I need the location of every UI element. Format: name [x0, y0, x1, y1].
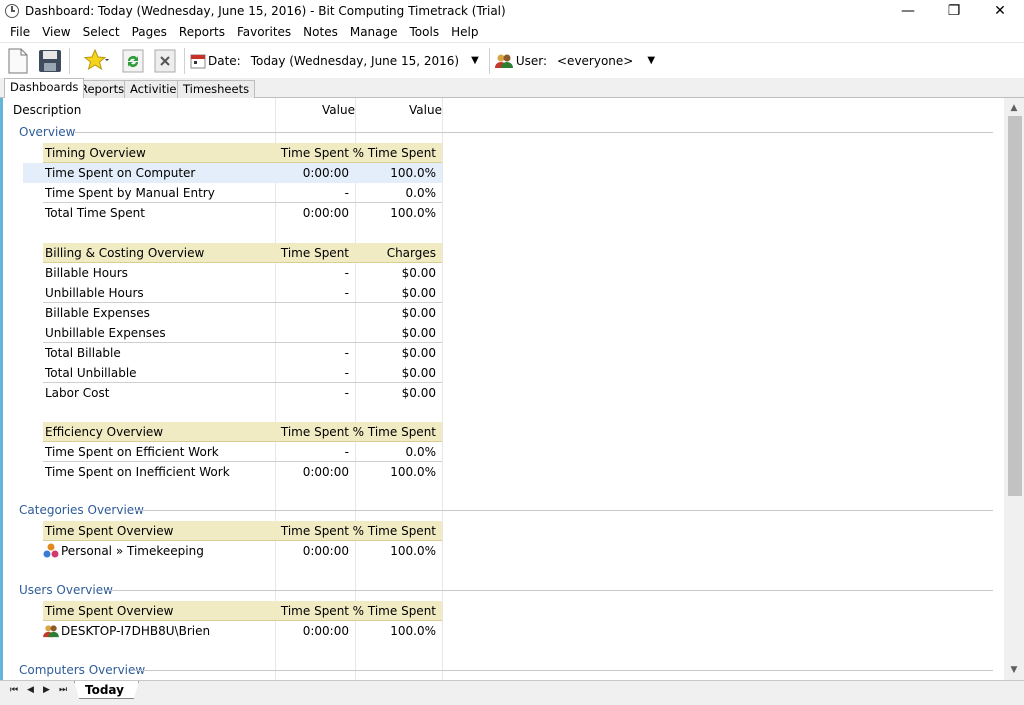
menu-bar: File View Select Pages Reports Favorites… [0, 22, 1024, 42]
table-row[interactable]: Labor Cost - $0.00 [43, 383, 442, 403]
users-icon [43, 625, 59, 638]
next-page-icon[interactable]: ▶ [43, 685, 50, 695]
menu-tools[interactable]: Tools [404, 22, 446, 42]
scroll-up-icon[interactable]: ▲ [1004, 100, 1024, 116]
table-row[interactable]: Total Unbillable - $0.00 [43, 363, 442, 383]
sheet-bar: ⏮ ◀ ▶ ⏭ Today [0, 680, 1024, 705]
menu-pages[interactable]: Pages [126, 22, 173, 42]
menu-reports[interactable]: Reports [173, 22, 231, 42]
section-divider [75, 132, 993, 133]
favorites-button[interactable] [79, 47, 115, 75]
dashboard-grid: Description Value Value Overview Timing … [0, 98, 1004, 680]
tab-timesheets[interactable]: Timesheets [177, 80, 256, 98]
date-label: Date: [208, 53, 241, 68]
date-selector[interactable]: Today (Wednesday, June 15, 2016) [251, 54, 459, 68]
table-row[interactable]: Unbillable Expenses $0.00 [43, 323, 442, 343]
table-row[interactable]: DESKTOP-I7DHB8U\Brien 0:00:00 100.0% [43, 621, 442, 641]
user-label: User: [515, 53, 547, 68]
group-header-categories: Time Spent Overview Time Spent % Time Sp… [43, 521, 442, 541]
save-icon [39, 49, 61, 72]
star-icon [84, 48, 109, 70]
sheet-tab-today[interactable]: Today [74, 681, 139, 699]
group-header-billing: Billing & Costing Overview Time Spent Ch… [43, 243, 442, 263]
toolbar-separator [69, 47, 70, 74]
maximize-button[interactable]: ❐ [931, 0, 977, 22]
group-header-efficiency: Efficiency Overview Time Spent % Time Sp… [43, 422, 442, 442]
toolbar-separator [184, 47, 185, 74]
group-header-timing: Timing Overview Time Spent % Time Spent [43, 143, 442, 163]
toolbar: Date: Today (Wednesday, June 15, 2016) ▼… [0, 42, 1024, 78]
table-row[interactable]: Personal » Timekeeping 0:00:00 100.0% [43, 541, 442, 561]
refresh-button[interactable] [119, 47, 147, 75]
new-document-icon [8, 48, 28, 73]
user-selector[interactable]: <everyone> [557, 54, 633, 68]
section-divider [107, 590, 993, 591]
tab-strip: Reports Activities Timesheets Dashboards [0, 78, 1024, 99]
scrollbar-thumb[interactable] [1008, 116, 1022, 496]
refresh-icon [122, 49, 144, 72]
delete-button[interactable] [151, 47, 179, 75]
section-title-users: Users Overview [19, 583, 113, 597]
column-header-description[interactable]: Description [13, 103, 81, 117]
section-title-computers: Computers Overview [19, 663, 146, 677]
previous-page-icon[interactable]: ◀ [27, 685, 34, 695]
user-dropdown-icon[interactable]: ▼ [647, 55, 655, 66]
table-row[interactable]: Billable Hours - $0.00 [43, 263, 442, 283]
section-divider [135, 510, 993, 511]
column-header-value[interactable]: Value [322, 103, 355, 117]
last-page-icon[interactable]: ⏭ [59, 685, 67, 695]
clock-icon [5, 4, 19, 18]
close-button[interactable]: ✕ [977, 0, 1023, 22]
table-row[interactable]: Time Spent on Inefficient Work 0:00:00 1… [43, 462, 442, 482]
delete-icon [154, 49, 176, 72]
toolbar-separator [488, 47, 490, 74]
title-bar: Dashboard: Today (Wednesday, June 15, 20… [0, 0, 1024, 22]
date-dropdown-icon[interactable]: ▼ [471, 55, 479, 66]
menu-view[interactable]: View [36, 22, 76, 42]
table-row[interactable]: Total Billable - $0.00 [43, 343, 442, 363]
scroll-down-icon[interactable]: ▼ [1004, 662, 1024, 678]
new-document-button[interactable] [4, 47, 32, 75]
table-row[interactable]: Total Time Spent 0:00:00 100.0% [43, 203, 442, 223]
group-header-users: Time Spent Overview Time Spent % Time Sp… [43, 601, 442, 621]
users-icon [494, 54, 513, 68]
menu-favorites[interactable]: Favorites [231, 22, 297, 42]
section-title-overview: Overview [19, 125, 76, 139]
table-row[interactable]: Unbillable Hours - $0.00 [43, 283, 442, 303]
save-button[interactable] [36, 47, 64, 75]
window-title: Dashboard: Today (Wednesday, June 15, 20… [25, 4, 506, 18]
table-row[interactable]: Billable Expenses $0.00 [43, 303, 442, 323]
category-icon [43, 543, 59, 558]
calendar-icon [190, 54, 206, 68]
menu-select[interactable]: Select [77, 22, 126, 42]
column-divider [442, 98, 443, 680]
menu-notes[interactable]: Notes [297, 22, 344, 42]
section-title-categories: Categories Overview [19, 503, 144, 517]
first-page-icon[interactable]: ⏮ [10, 685, 18, 695]
column-header-value[interactable]: Value [409, 103, 442, 117]
tab-dashboards[interactable]: Dashboards [4, 78, 85, 99]
vertical-scrollbar[interactable]: ▲ ▼ [1004, 98, 1024, 680]
table-row[interactable]: Time Spent on Computer 0:00:00 100.0% [23, 163, 442, 183]
table-row[interactable]: Time Spent on Efficient Work - 0.0% [43, 442, 442, 462]
menu-manage[interactable]: Manage [344, 22, 404, 42]
menu-help[interactable]: Help [445, 22, 484, 42]
minimize-button[interactable]: — [885, 0, 931, 22]
section-divider [133, 670, 993, 671]
menu-file[interactable]: File [4, 22, 36, 42]
table-row[interactable]: Time Spent by Manual Entry - 0.0% [43, 183, 442, 203]
